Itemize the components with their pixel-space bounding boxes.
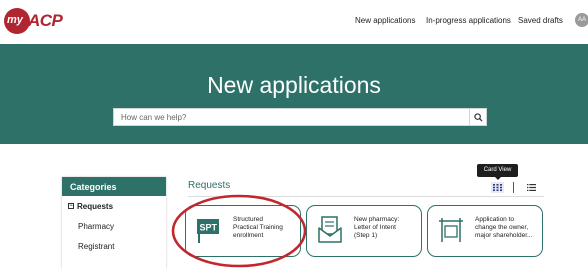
request-card-change-owner[interactable]: Application to change the owner, major s… (427, 205, 543, 257)
card-line: enrollment (233, 232, 264, 239)
logo-prefix: my (7, 14, 23, 26)
card-line: New pharmacy: (354, 216, 400, 223)
card-view-button[interactable] (491, 182, 504, 193)
search-input[interactable] (114, 109, 470, 125)
myacp-logo[interactable]: my ACP (4, 8, 64, 34)
card-text: Application to change the owner, major s… (475, 216, 541, 240)
svg-text:SPT: SPT (200, 223, 218, 233)
collapse-icon[interactable]: − (68, 203, 74, 209)
envelope-document-icon (318, 216, 342, 243)
hero-banner: New applications (0, 44, 588, 144)
section-divider (188, 196, 544, 197)
user-avatar[interactable]: AA (575, 13, 588, 27)
category-registrant[interactable]: Registrant (62, 236, 166, 256)
request-card-spt-enrollment[interactable]: SPT Structured Practical Training enroll… (185, 205, 301, 257)
tooltip-arrow (495, 177, 501, 180)
card-view-tooltip: Card View (477, 164, 518, 177)
list-icon (527, 184, 536, 191)
card-line: Structured (233, 216, 263, 223)
card-line: Application to (475, 216, 515, 223)
card-line: major shareholder... (475, 232, 533, 239)
card-text: Structured Practical Training enrollment (233, 216, 299, 240)
view-toggle-separator (513, 182, 514, 193)
card-text: New pharmacy: Letter of Intent (Step 1) (354, 216, 420, 240)
nav-new-applications[interactable]: New applications (355, 16, 415, 25)
requests-title: Requests (188, 180, 231, 191)
request-card-letter-of-intent[interactable]: New pharmacy: Letter of Intent (Step 1) (306, 205, 422, 257)
nav-saved-drafts[interactable]: Saved drafts (518, 16, 563, 25)
logo-suffix: ACP (28, 11, 63, 30)
card-line: Practical Training (233, 224, 283, 231)
categories-panel: Categories − Requests Pharmacy Registran… (62, 177, 166, 269)
spt-flag-icon: SPT (197, 219, 219, 243)
search-button[interactable] (469, 109, 486, 125)
page-title: New applications (207, 72, 381, 98)
category-pharmacy[interactable]: Pharmacy (62, 216, 166, 236)
grid-icon (493, 184, 502, 191)
category-requests[interactable]: − Requests (62, 196, 166, 216)
categories-header: Categories (62, 177, 166, 196)
card-line: Letter of Intent (354, 224, 396, 231)
nav-in-progress-applications[interactable]: In-progress applications (426, 16, 511, 25)
category-requests-label: Requests (77, 202, 114, 211)
search-bar (113, 108, 487, 126)
page: my ACP New applications In-progress appl… (0, 0, 588, 269)
door-frame-icon (439, 218, 463, 242)
search-icon (473, 112, 483, 122)
card-line: (Step 1) (354, 232, 378, 239)
card-line: change the owner, (475, 224, 529, 231)
list-view-button[interactable] (525, 182, 538, 193)
top-navigation: my ACP New applications In-progress appl… (0, 0, 588, 44)
